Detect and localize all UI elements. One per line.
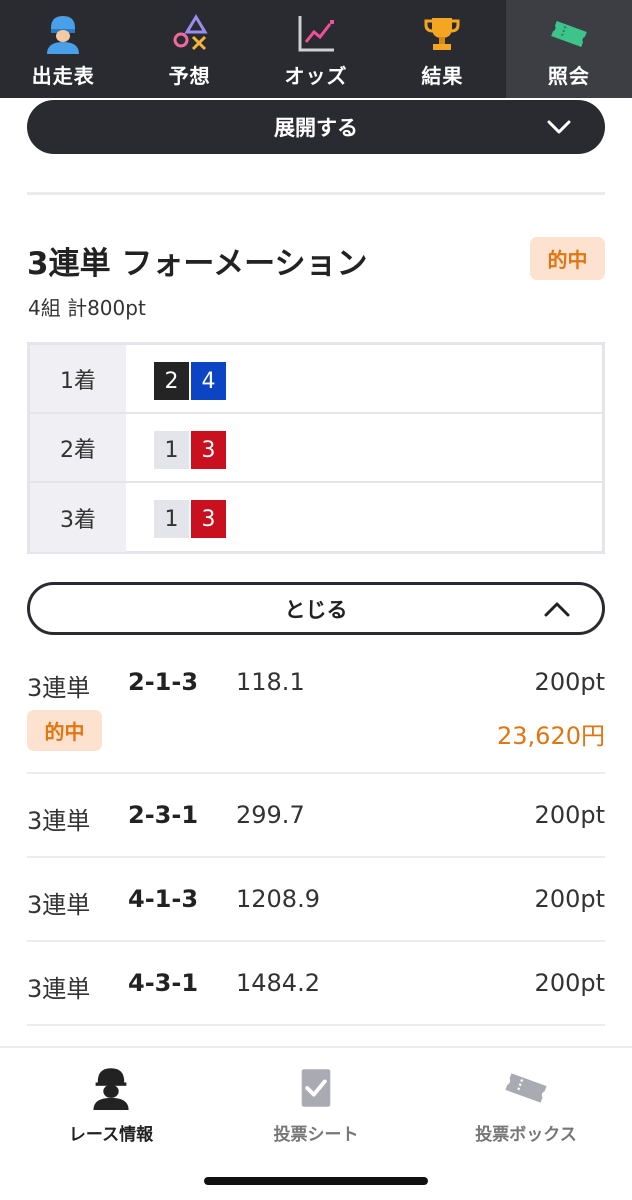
bet-type: 3連単 bbox=[27, 975, 91, 1003]
expand-label: 展開する bbox=[274, 116, 358, 140]
formation-table: 1着 2 4 2着 1 3 3着 1 3 bbox=[27, 342, 605, 554]
bet-combination: 2-3-1 bbox=[128, 801, 199, 829]
bet-summary: 4組 計800pt bbox=[28, 296, 146, 320]
bet-line: 3連単 4-3-1 1484.2 200pt bbox=[27, 969, 605, 1003]
formation-row: 2着 1 3 bbox=[30, 414, 602, 483]
bet-amount: 200pt bbox=[534, 801, 605, 829]
bottom-tab-label: 投票ボックス bbox=[475, 1125, 577, 1145]
bottom-tab-ballot-box[interactable]: 投票ボックス bbox=[421, 1064, 631, 1145]
bottom-tab-label: レース情報 bbox=[68, 1125, 154, 1145]
bet-type: 3連単 bbox=[27, 674, 91, 702]
row-divider bbox=[27, 940, 605, 942]
formation-row: 3着 1 3 bbox=[30, 483, 602, 552]
row-divider bbox=[27, 1024, 605, 1026]
place-label: 2着 bbox=[30, 414, 126, 481]
horse-number: 1 bbox=[154, 431, 189, 469]
tab-label: 予想 bbox=[168, 64, 211, 88]
place-label: 1着 bbox=[30, 345, 126, 412]
jockey-icon bbox=[87, 1064, 135, 1112]
bottom-tab-ballot-sheet[interactable]: 投票シート bbox=[211, 1064, 421, 1145]
chevron-up-icon bbox=[544, 602, 570, 617]
bet-odds: 1208.9 bbox=[236, 885, 320, 913]
bet-title: 3連単 フォーメーション bbox=[27, 246, 368, 282]
tab-label: 出走表 bbox=[31, 64, 95, 88]
bet-line: 3連単 2-1-3 118.1 200pt 的中 23,620円 bbox=[27, 668, 605, 758]
tab-label: 結果 bbox=[421, 64, 464, 88]
tab-predictions[interactable]: 予想 bbox=[126, 0, 252, 98]
horse-number: 1 bbox=[154, 500, 189, 538]
horse-number: 3 bbox=[191, 500, 226, 538]
hit-badge: 的中 bbox=[27, 710, 102, 751]
bet-odds: 118.1 bbox=[236, 668, 305, 696]
trend-chart-icon bbox=[294, 12, 338, 56]
tab-entries[interactable]: 出走表 bbox=[0, 0, 126, 98]
formation-row: 1着 2 4 bbox=[30, 345, 602, 414]
tab-odds[interactable]: オッズ bbox=[253, 0, 379, 98]
home-indicator[interactable] bbox=[204, 1177, 428, 1185]
bottom-tab-label: 投票シート bbox=[273, 1125, 359, 1145]
bet-combination: 2-1-3 bbox=[128, 668, 199, 696]
bet-odds: 299.7 bbox=[236, 801, 305, 829]
tab-label: オッズ bbox=[284, 64, 348, 88]
close-button[interactable]: とじる bbox=[27, 582, 605, 635]
checkmark-sheet-icon bbox=[292, 1064, 340, 1112]
row-divider bbox=[27, 772, 605, 774]
bottom-tab-race-info[interactable]: レース情報 bbox=[6, 1064, 216, 1145]
tab-results[interactable]: 結果 bbox=[379, 0, 505, 98]
horse-number: 4 bbox=[191, 362, 226, 400]
place-label: 3着 bbox=[30, 483, 126, 552]
hit-badge: 的中 bbox=[530, 237, 605, 280]
jockey-icon bbox=[41, 12, 85, 56]
ticket-icon bbox=[547, 12, 591, 56]
bet-combination: 4-1-3 bbox=[128, 885, 199, 913]
bet-type: 3連単 bbox=[27, 891, 91, 919]
prediction-shapes-icon bbox=[168, 12, 212, 56]
tab-label: 照会 bbox=[547, 64, 590, 88]
trophy-icon bbox=[420, 12, 464, 56]
number-boxes: 1 3 bbox=[154, 431, 228, 469]
close-label: とじる bbox=[284, 597, 348, 622]
horse-number: 3 bbox=[191, 431, 226, 469]
chevron-down-icon bbox=[547, 120, 571, 134]
section-divider bbox=[27, 192, 605, 195]
bet-amount: 200pt bbox=[534, 969, 605, 997]
bet-line: 3連単 4-1-3 1208.9 200pt bbox=[27, 885, 605, 919]
top-nav: 出走表 予想 オッズ 結果 照会 bbox=[0, 0, 632, 98]
row-divider bbox=[27, 856, 605, 858]
number-boxes: 2 4 bbox=[154, 362, 228, 400]
bet-line: 3連単 2-3-1 299.7 200pt bbox=[27, 801, 605, 835]
payout-amount: 23,620円 bbox=[497, 722, 605, 750]
bet-amount: 200pt bbox=[534, 885, 605, 913]
tab-inquiry[interactable]: 照会 bbox=[505, 0, 632, 98]
horse-number: 2 bbox=[154, 362, 189, 400]
ticket-icon bbox=[502, 1064, 550, 1112]
bet-type: 3連単 bbox=[27, 807, 91, 835]
bet-odds: 1484.2 bbox=[236, 969, 320, 997]
number-boxes: 1 3 bbox=[154, 500, 228, 538]
bet-combination: 4-3-1 bbox=[128, 969, 199, 997]
expand-button[interactable]: 展開する bbox=[27, 100, 605, 154]
bet-amount: 200pt bbox=[534, 668, 605, 696]
